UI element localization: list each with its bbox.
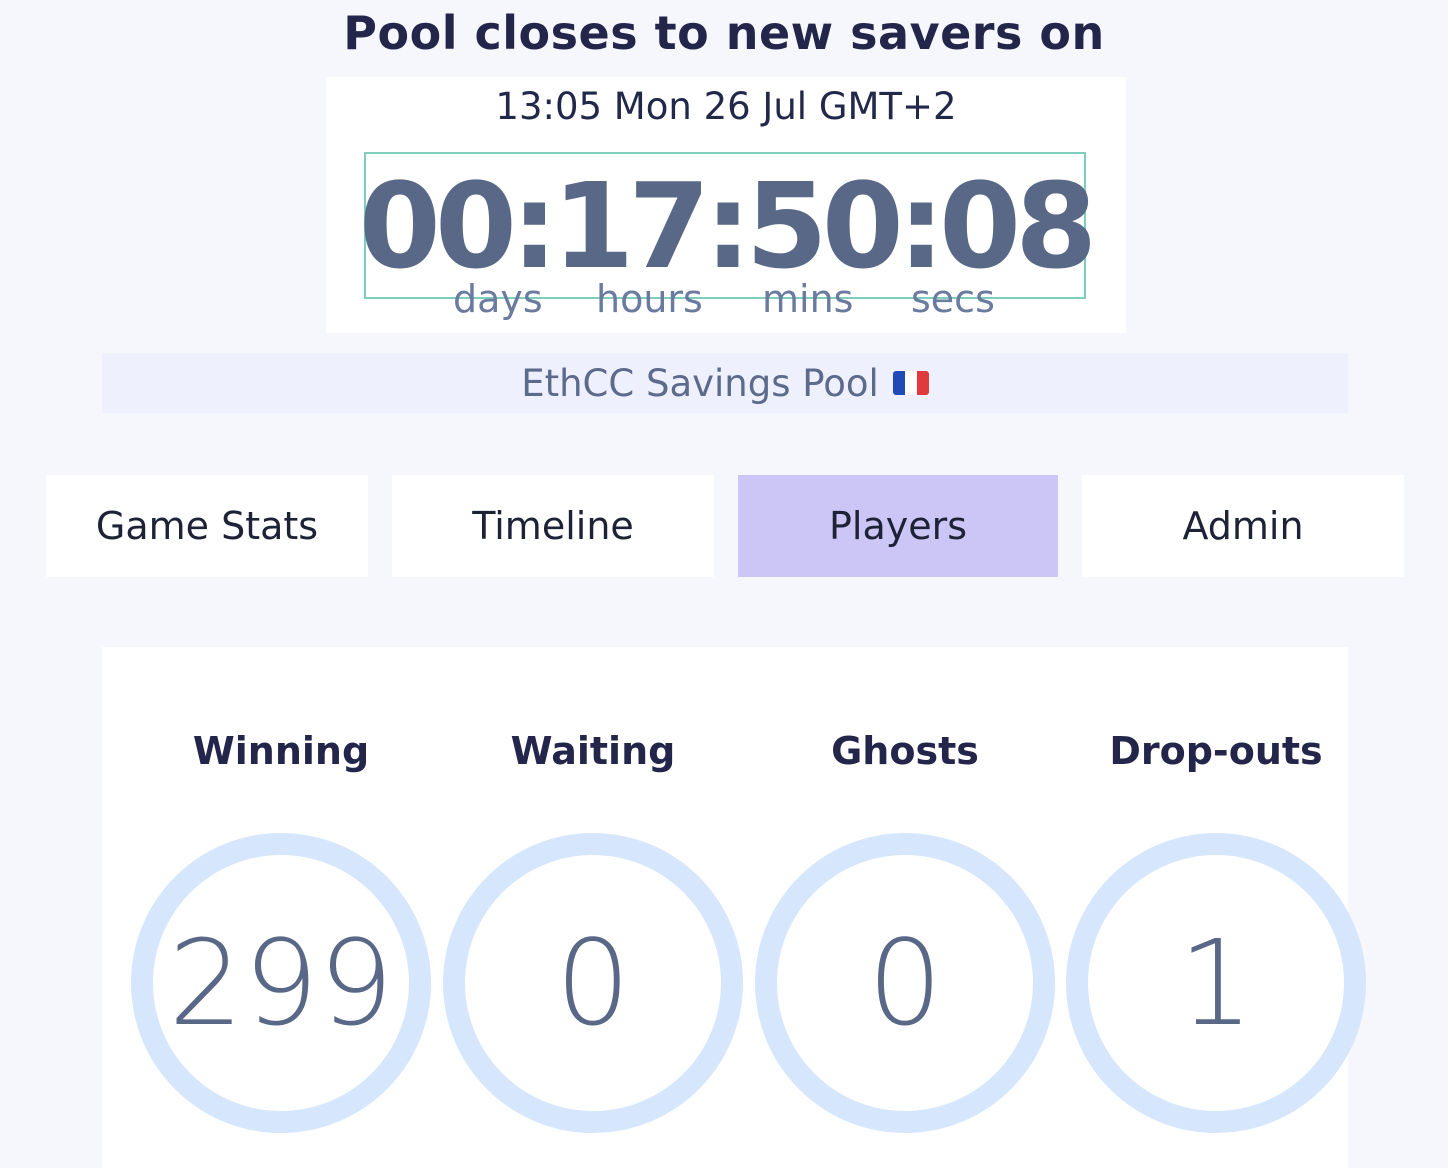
unit-label-days: days — [453, 277, 543, 321]
unit-label-mins: mins — [762, 277, 854, 321]
tab-label: Timeline — [472, 504, 634, 548]
close-date: 13:05 Mon 26 Jul GMT+2 — [495, 85, 957, 128]
stat-ring-waiting: 0 — [443, 833, 743, 1133]
unit-label-hours: hours — [596, 277, 703, 321]
tab-players[interactable]: Players — [738, 475, 1058, 577]
stat-label-winning: Winning — [192, 729, 370, 773]
pool-name-banner: EthCC Savings Pool — [102, 353, 1348, 413]
tab-game-stats[interactable]: Game Stats — [46, 475, 368, 577]
page: Pool closes to new savers on 13:05 Mon 2… — [0, 0, 1448, 1168]
pool-name: EthCC Savings Pool — [521, 361, 879, 405]
unit-label-secs: secs — [911, 277, 995, 321]
countdown-card: 13:05 Mon 26 Jul GMT+2 00:17:50:08 days … — [326, 77, 1126, 333]
stat-ring-ghosts: 0 — [755, 833, 1055, 1133]
player-stats-card: Winning Waiting Ghosts Drop-outs 299 0 0… — [102, 647, 1366, 1168]
tab-label: Game Stats — [95, 504, 319, 548]
countdown-timer: 00:17:50:08 — [358, 156, 1097, 295]
france-flag-icon — [892, 371, 929, 395]
tab-admin[interactable]: Admin — [1082, 475, 1404, 577]
tab-timeline[interactable]: Timeline — [392, 475, 714, 577]
tab-label: Admin — [1182, 504, 1304, 548]
stat-label-dropouts: Drop-outs — [1109, 729, 1323, 773]
stat-ring-winning: 299 — [131, 833, 431, 1133]
stat-label-waiting: Waiting — [510, 729, 676, 773]
tab-label: Players — [828, 504, 968, 548]
stat-value-winning: 299 — [168, 914, 394, 1052]
stat-ring-dropouts: 1 — [1066, 833, 1366, 1133]
stat-value-dropouts: 1 — [1178, 914, 1254, 1052]
stat-value-waiting: 0 — [555, 914, 631, 1052]
stat-label-ghosts: Ghosts — [831, 729, 979, 773]
stat-value-ghosts: 0 — [867, 914, 943, 1052]
page-title: Pool closes to new savers on — [343, 6, 1105, 60]
